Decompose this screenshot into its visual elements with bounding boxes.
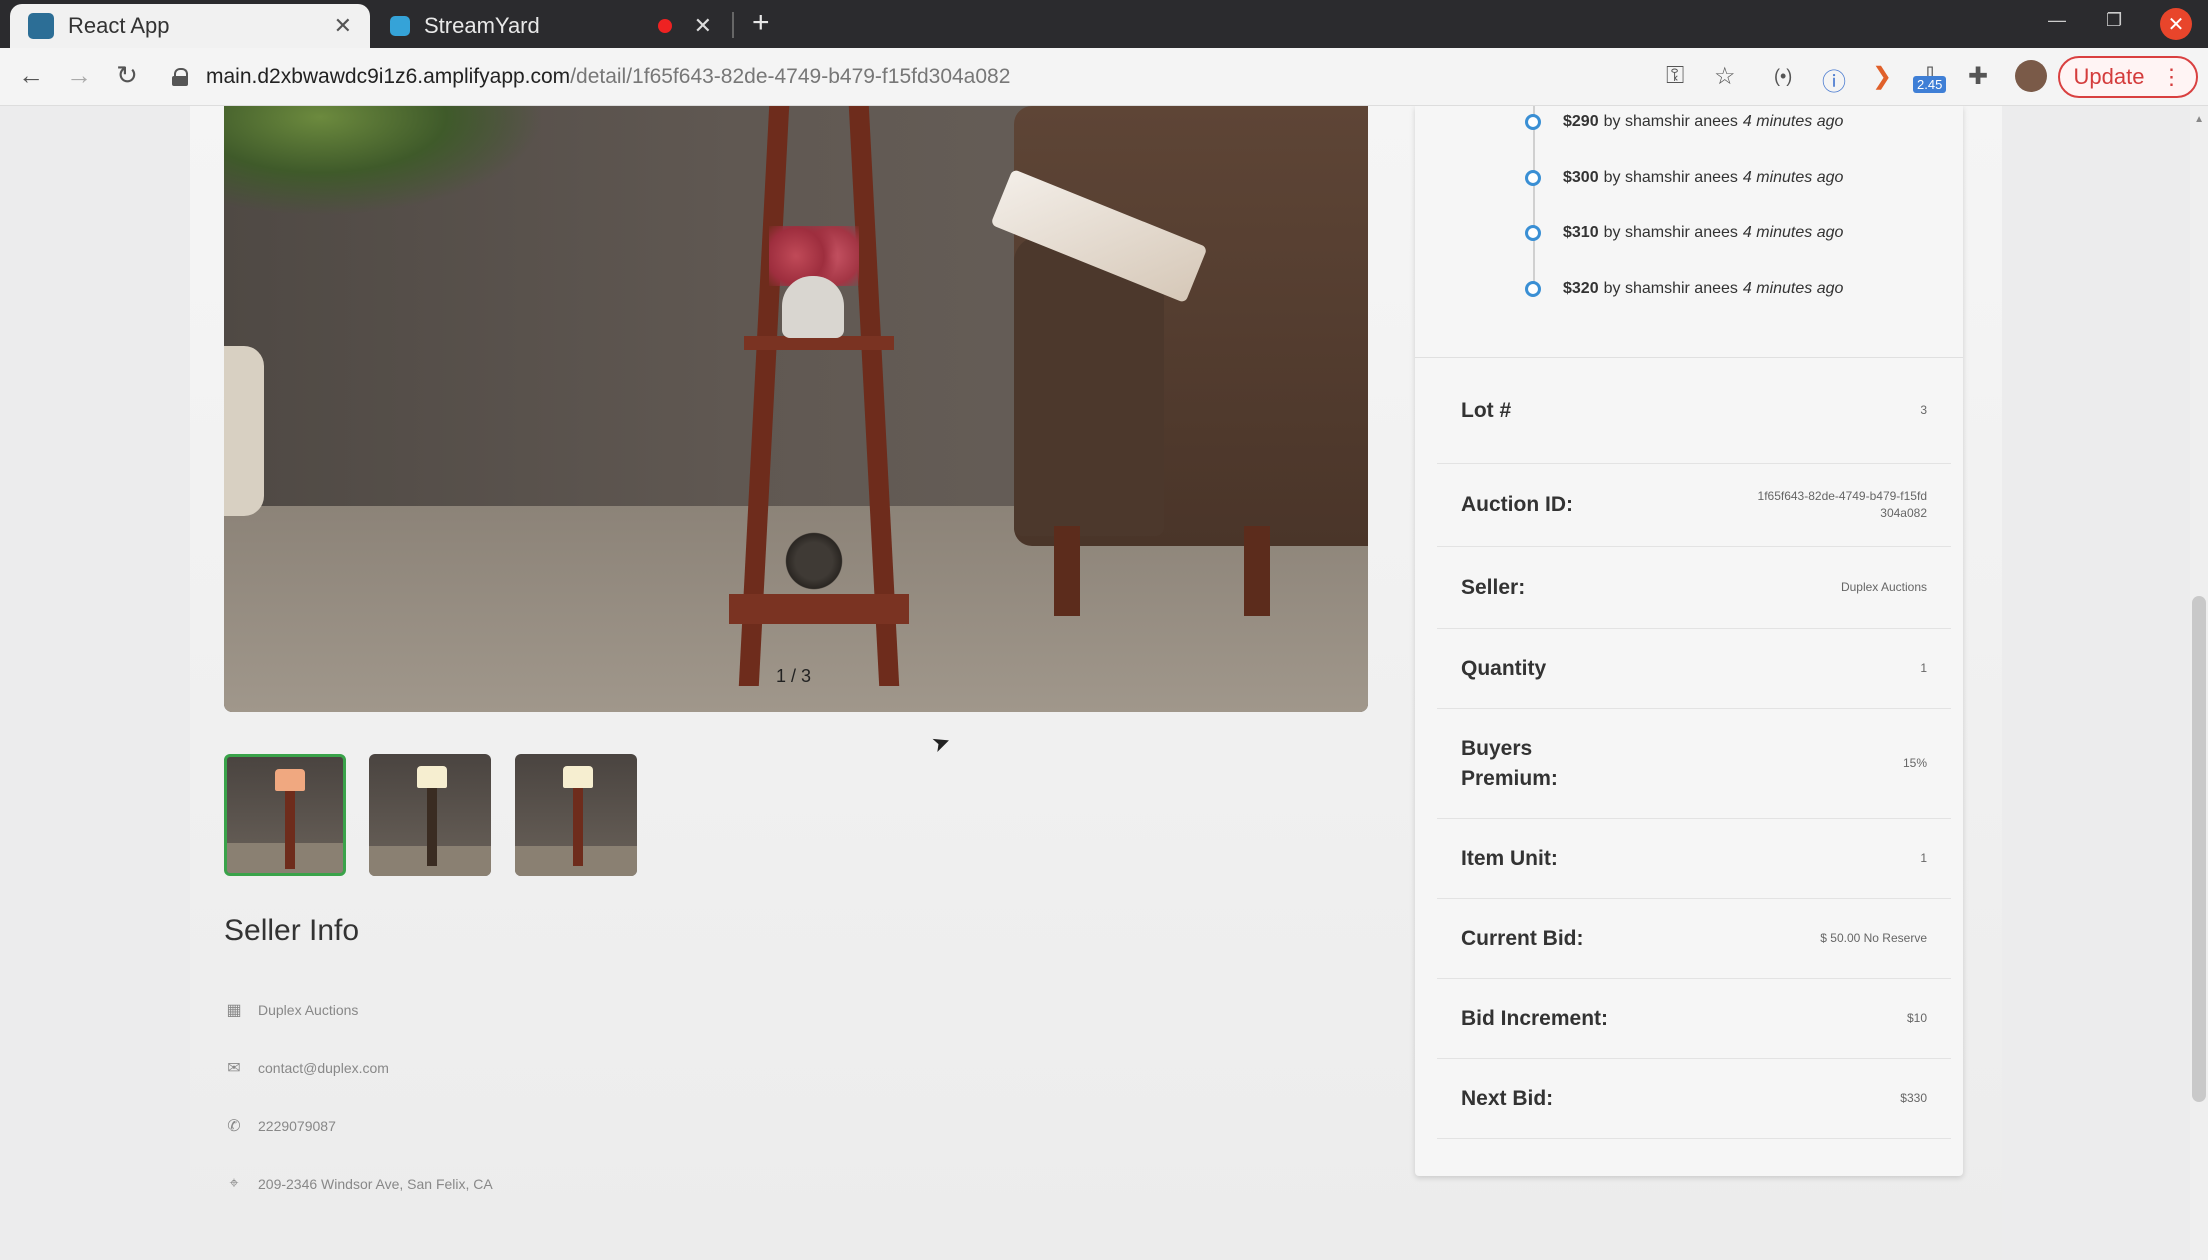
location-pin-icon: ⌖: [229, 1175, 239, 1192]
extension-info-icon[interactable]: ⓘ: [1822, 62, 1846, 97]
seller-email[interactable]: contact@duplex.com: [258, 1060, 389, 1076]
extension-radio-icon[interactable]: (•): [1774, 66, 1792, 87]
lamp-shade: [417, 766, 447, 788]
detail-row-buyers-premium: Buyers Premium: 15%: [1437, 709, 1951, 819]
tab-title: StreamYard: [424, 13, 540, 38]
extension-swift-icon[interactable]: ❯: [1872, 62, 1892, 91]
bid-history-item: $310 by shamshir anees 4 minutes ago: [1525, 224, 1843, 242]
lock-icon: [172, 68, 188, 86]
menu-kebab-icon: ⋮: [2160, 64, 2183, 89]
key-icon[interactable]: ⚿: [1666, 62, 1684, 90]
detail-row-next-bid: Next Bid: $330: [1437, 1059, 1951, 1139]
timeline-dot-icon: [1525, 281, 1541, 297]
url-host: main.d2xbwawdc9i1z6.amplifyapp.com: [206, 65, 571, 88]
product-image[interactable]: 1 / 3: [224, 106, 1368, 712]
seller-phone[interactable]: 2229079087: [258, 1118, 336, 1134]
thumbnail-2[interactable]: [369, 754, 491, 876]
browser-tab-bar: React App ✕ StreamYard ✕ + — ❐ ✕: [0, 0, 2208, 48]
bid-history-timeline: $290 by shamshir anees 4 minutes ago $30…: [1415, 106, 1963, 358]
bookmark-star-icon[interactable]: ☆: [1714, 62, 1736, 91]
mail-icon: ✉: [227, 1060, 241, 1077]
new-tab-button[interactable]: +: [752, 6, 770, 40]
profile-avatar[interactable]: [2015, 60, 2047, 92]
react-favicon-icon: [28, 13, 54, 39]
detail-row-auction-id: Auction ID: 1f65f643-82de-4749-b479-f15f…: [1437, 464, 1951, 547]
extensions-puzzle-icon[interactable]: ✚: [1968, 62, 1988, 91]
restore-icon[interactable]: ❐: [2106, 10, 2122, 31]
auction-details-panel: $290 by shamshir anees 4 minutes ago $30…: [1415, 106, 1963, 1176]
thumbnail-1[interactable]: [224, 754, 346, 876]
page-scrollbar[interactable]: ▲: [2190, 106, 2208, 1260]
bid-history-item: $300 by shamshir anees 4 minutes ago: [1525, 169, 1843, 187]
store-icon: ▦: [226, 1002, 242, 1019]
thumbnail-3[interactable]: [515, 754, 637, 876]
recording-indicator-icon: [657, 19, 672, 33]
update-label: Update: [2073, 64, 2145, 89]
seller-company: Duplex Auctions: [258, 1002, 359, 1018]
window-close-icon[interactable]: ✕: [2160, 8, 2192, 40]
seller-address-row: ⌖ 209-2346 Windsor Ave, San Felix, CA: [224, 1174, 493, 1194]
update-button[interactable]: Update ⋮: [2058, 56, 2198, 98]
detail-row-bid-increment: Bid Increment: $10: [1437, 979, 1951, 1059]
address-bar[interactable]: main.d2xbwawdc9i1z6.amplifyapp.com/detai…: [172, 58, 1652, 96]
scroll-up-arrow-icon[interactable]: ▲: [2194, 114, 2204, 125]
bid-history-item: $320 by shamshir anees 4 minutes ago: [1525, 280, 1843, 298]
extension-badge: 2.45: [1913, 76, 1947, 93]
close-tab-icon[interactable]: ✕: [334, 13, 352, 39]
seller-info-title: Seller Info: [224, 914, 360, 947]
detail-row-seller: Seller: Duplex Auctions: [1437, 547, 1951, 629]
timeline-dot-icon: [1525, 114, 1541, 130]
seller-email-row: ✉ contact@duplex.com: [224, 1058, 389, 1078]
streamyard-favicon-icon: [390, 16, 410, 36]
seller-company-row: ▦ Duplex Auctions: [224, 1000, 358, 1020]
bid-history-item: $290 by shamshir anees 4 minutes ago: [1525, 113, 1843, 131]
back-arrow-icon[interactable]: ←: [14, 60, 48, 91]
browser-toolbar: ← → ↻ main.d2xbwawdc9i1z6.amplifyapp.com…: [0, 48, 2208, 106]
phone-icon: ✆: [227, 1118, 241, 1135]
lamp-shade: [563, 766, 593, 788]
detail-row-item-unit: Item Unit: 1: [1437, 819, 1951, 899]
minimize-icon[interactable]: —: [2048, 10, 2066, 31]
close-tab-icon[interactable]: ✕: [694, 13, 712, 39]
reload-icon[interactable]: ↻: [110, 60, 144, 91]
forward-arrow-icon[interactable]: →: [62, 60, 96, 91]
page-viewport: 1 / 3 ➤ Seller Info ▦ Duplex Auctions ✉ …: [0, 106, 2208, 1260]
lamp-shade: [275, 769, 305, 791]
url-path: /detail/1f65f643-82de-4749-b479-f15fd304…: [570, 65, 1011, 88]
tab-react-app[interactable]: React App ✕: [10, 4, 370, 48]
timeline-dot-icon: [1525, 225, 1541, 241]
seller-address: 209-2346 Windsor Ave, San Felix, CA: [258, 1176, 493, 1192]
seller-phone-row: ✆ 2229079087: [224, 1116, 336, 1136]
tab-title: React App: [68, 13, 170, 38]
detail-row-quantity: Quantity 1: [1437, 629, 1951, 709]
detail-row-lot: Lot # 3: [1437, 358, 1951, 464]
image-counter: 1 / 3: [776, 666, 812, 686]
timeline-dot-icon: [1525, 170, 1541, 186]
auction-detail-list: Lot # 3 Auction ID: 1f65f643-82de-4749-b…: [1437, 358, 1951, 1139]
tab-streamyard[interactable]: StreamYard ✕: [372, 4, 730, 48]
tab-separator: [732, 12, 734, 38]
detail-row-current-bid: Current Bid: $ 50.00 No Reserve: [1437, 899, 1951, 979]
scrollbar-thumb[interactable]: [2192, 596, 2206, 1102]
